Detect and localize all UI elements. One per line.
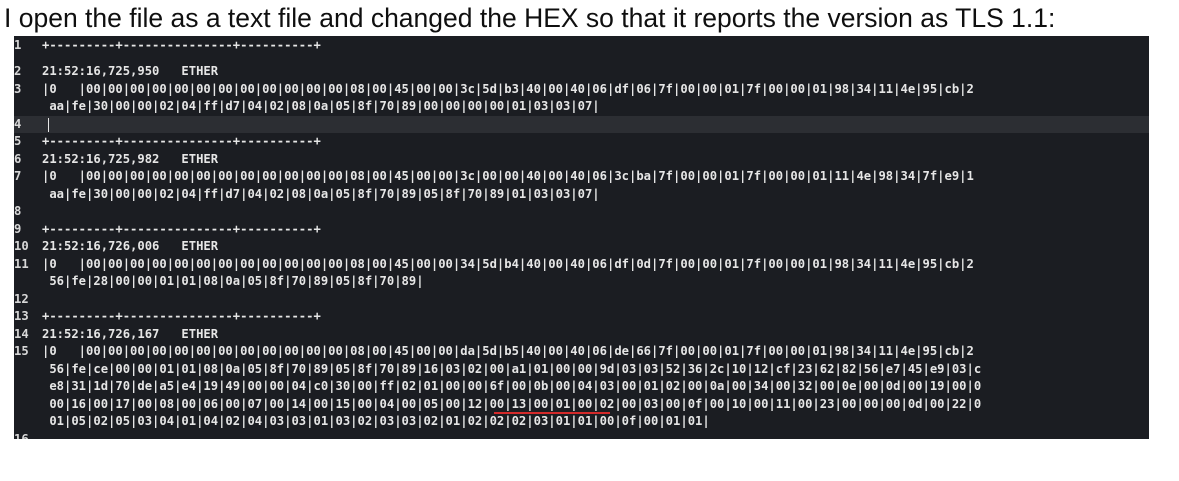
line-number: 7 xyxy=(14,169,22,183)
line-text[interactable]: aa|fe|30|00|00|02|04|ff|d7|04|02|08|0a|0… xyxy=(42,186,599,204)
line-text[interactable]: 56|fe|ce|00|00|01|01|08|0a|05|8f|70|89|0… xyxy=(42,361,981,379)
editor-line[interactable]: 3 |0 |00|00|00|00|00|00|00|00|00|00|00|00… xyxy=(14,81,1149,99)
editor-line-wrapped[interactable]: 56|fe|28|00|00|01|01|08|0a|05|8f|70|89|0… xyxy=(14,273,1149,291)
editor-line[interactable]: 14 21:52:16,726,167 ETHER xyxy=(14,326,1149,344)
editor-line-wrapped[interactable]: aa|fe|30|00|00|02|04|ff|d7|04|02|08|0a|0… xyxy=(14,98,1149,116)
editor-line[interactable]: 12 xyxy=(14,291,1149,309)
editor-line[interactable]: 7 |0 |00|00|00|00|00|00|00|00|00|00|00|00… xyxy=(14,168,1149,186)
line-number: 9 xyxy=(14,221,22,236)
editor-line[interactable]: 5 +---------+---------------+----------+ xyxy=(14,133,1149,151)
line-number: 15 xyxy=(14,344,29,358)
line-text[interactable]: +---------+---------------+----------+ xyxy=(42,221,321,239)
line-text[interactable]: +---------+---------------+----------+ xyxy=(42,308,321,326)
editor-line[interactable]: 6 21:52:16,725,982 ETHER xyxy=(14,151,1149,169)
line-text[interactable]: |0 |00|00|00|00|00|00|00|00|00|00|00|00|… xyxy=(42,81,974,99)
line-number: 10 xyxy=(14,239,29,253)
editor-line-wrapped[interactable]: 56|fe|ce|00|00|01|01|08|0a|05|8f|70|89|0… xyxy=(14,361,1149,379)
line-text[interactable]: 21:52:16,726,167 ETHER xyxy=(42,326,218,344)
line-text[interactable]: 56|fe|28|00|00|01|01|08|0a|05|8f|70|89|0… xyxy=(42,273,423,291)
line-text[interactable]: +---------+---------------+----------+ xyxy=(42,37,321,55)
editor-line-wrapped[interactable]: aa|fe|30|00|00|02|04|ff|d7|04|02|08|0a|0… xyxy=(14,186,1149,204)
line-number: 11 xyxy=(14,256,29,271)
editor-line[interactable]: 11 |0 |00|00|00|00|00|00|00|00|00|00|00|0… xyxy=(14,256,1149,274)
line-text[interactable]: |0 |00|00|00|00|00|00|00|00|00|00|00|00|… xyxy=(42,168,974,186)
line-text[interactable]: +---------+---------------+----------+ xyxy=(42,133,321,151)
editor-line[interactable]: 9 +---------+---------------+----------+ xyxy=(14,221,1149,239)
editor-line-wrapped[interactable]: 01|05|02|05|03|04|01|04|02|04|03|03|01|0… xyxy=(14,413,1149,431)
line-text[interactable]: 21:52:16,726,006 ETHER xyxy=(42,238,218,256)
line-number: 12 xyxy=(14,291,29,306)
editor-line-wrapped[interactable]: 00|16|00|17|00|08|00|06|00|07|00|14|00|1… xyxy=(14,396,1149,414)
line-number: 13 xyxy=(14,309,29,323)
text-editor[interactable]: 1 +---------+---------------+----------+ … xyxy=(14,36,1149,439)
line-text[interactable]: 01|05|02|05|03|04|01|04|02|04|03|03|01|0… xyxy=(42,413,709,431)
line-text[interactable]: e8|31|1d|70|de|a5|e4|19|49|00|00|04|c0|3… xyxy=(42,378,981,396)
version-change-underline xyxy=(494,412,610,414)
line-text[interactable]: 00|16|00|17|00|08|00|06|00|07|00|14|00|1… xyxy=(42,396,981,414)
line-number: 8 xyxy=(14,204,22,218)
editor-line-wrapped[interactable]: e8|31|1d|70|de|a5|e4|19|49|00|00|04|c0|3… xyxy=(14,378,1149,396)
line-number: 6 xyxy=(14,151,22,166)
line-text[interactable]: |0 |00|00|00|00|00|00|00|00|00|00|00|00|… xyxy=(42,256,974,274)
line-text[interactable]: 21:52:16,725,982 ETHER xyxy=(42,151,218,169)
editor-line-current[interactable]: 4 xyxy=(14,115,1149,133)
editor-line[interactable]: 15 |0 |00|00|00|00|00|00|00|00|00|00|00|0… xyxy=(14,343,1149,361)
line-number: 1 xyxy=(14,38,22,52)
line-text[interactable]: |0 |00|00|00|00|00|00|00|00|00|00|00|00|… xyxy=(42,343,974,361)
line-number: 4 xyxy=(14,116,22,131)
editor-line[interactable]: 10 21:52:16,726,006 ETHER xyxy=(14,238,1149,256)
line-number-partial: 16 xyxy=(14,432,29,439)
editor-line[interactable]: 2 21:52:16,725,950 ETHER xyxy=(14,63,1149,81)
line-number: 3 xyxy=(14,81,22,96)
caption-text: I open the file as a text file and chang… xyxy=(4,3,1056,33)
editor-line[interactable]: 1 +---------+---------------+----------+ xyxy=(14,37,1149,55)
editor-line[interactable]: 13 +---------+---------------+----------+ xyxy=(14,308,1149,326)
line-number: 2 xyxy=(14,64,22,78)
text-cursor xyxy=(48,117,49,132)
line-text[interactable]: 21:52:16,725,950 ETHER xyxy=(42,63,218,81)
editor-line[interactable]: 8 xyxy=(14,203,1149,221)
line-number: 14 xyxy=(14,326,29,341)
line-number: 5 xyxy=(14,134,22,148)
line-text[interactable]: aa|fe|30|00|00|02|04|ff|d7|04|02|08|0a|0… xyxy=(42,98,599,116)
